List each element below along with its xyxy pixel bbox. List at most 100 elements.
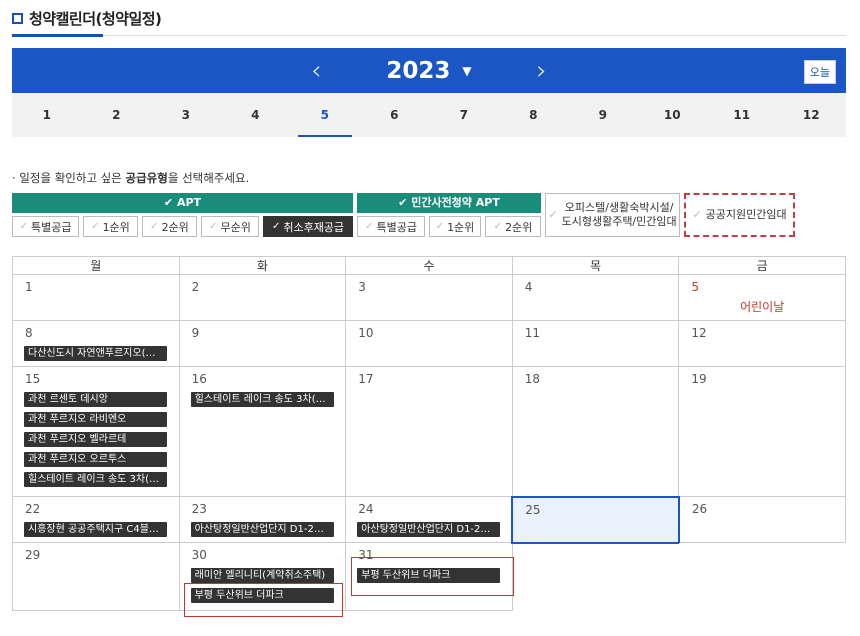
weekday-header: 월화수목금 — [12, 256, 846, 275]
day-number: 12 — [691, 326, 707, 340]
month-tab-2[interactable]: 2 — [82, 93, 152, 137]
calendar-day-cell[interactable]: 22 시흥장현 공공주택지구 C4블록 … — [12, 496, 180, 543]
check-icon: ✓ — [435, 221, 445, 232]
calendar-day-cell[interactable]: 11 — [511, 320, 680, 367]
month-tab-11[interactable]: 11 — [707, 93, 777, 137]
apt-chip[interactable]: ✓ 취소후재공급 — [263, 216, 353, 237]
holiday-label: 어린이날 — [740, 300, 785, 314]
calendar-event[interactable]: 아산탕정일반산업단지 D1-2BL… — [357, 522, 501, 537]
presale-group-label: 민간사전청약 APT — [411, 196, 500, 209]
day-number: 29 — [25, 548, 41, 562]
year-selector[interactable]: 2023 ▼ — [386, 58, 471, 84]
notice-text: · 일정을 확인하고 싶은 공급유형을 선택해주세요. — [12, 170, 249, 186]
month-tab-3[interactable]: 3 — [151, 93, 221, 137]
day-number: 16 — [191, 372, 207, 386]
prev-year-arrow-icon[interactable]: ‹ — [296, 56, 336, 86]
today-button[interactable]: 오늘 — [803, 60, 836, 84]
calendar-day-cell[interactable]: 10 — [345, 320, 513, 367]
apt-chip[interactable]: ✓ 2순위 — [142, 216, 197, 237]
month-tab-9[interactable]: 9 — [568, 93, 638, 137]
month-tab-7[interactable]: 7 — [429, 93, 499, 137]
day-number: 10 — [358, 326, 374, 340]
day-number: 2 — [191, 280, 200, 294]
calendar-empty-cell — [678, 542, 846, 611]
calendar-day-cell[interactable]: 3 — [345, 274, 513, 321]
check-icon: ✓ — [692, 208, 702, 221]
title-underline — [12, 34, 103, 37]
weekday-3: 목 — [511, 256, 680, 275]
year-bar: ‹ 2023 ▼ › 오늘 — [12, 48, 846, 93]
notice-suffix: 을 선택해주세요. — [167, 171, 250, 185]
apt-group-toggle[interactable]: ✔ APT — [12, 193, 353, 213]
calendar-event[interactable]: 시흥장현 공공주택지구 C4블록 … — [24, 522, 167, 537]
apt-chip[interactable]: ✓ 무순위 — [201, 216, 259, 237]
calendar-event[interactable]: 힐스테이트 레이크 송도 3차(계… — [190, 392, 334, 407]
month-tab-10[interactable]: 10 — [638, 93, 708, 137]
calendar-day-cell[interactable]: 16 힐스테이트 레이크 송도 3차(계… — [178, 366, 347, 497]
day-number: 9 — [191, 326, 200, 340]
calendar-day-cell[interactable]: 4 — [511, 274, 680, 321]
month-tab-5[interactable]: 5 — [290, 93, 360, 137]
officetel-filter[interactable]: ✓ 오피스텔/생활숙박시설/도시형생활주택/민간임대 — [545, 193, 680, 237]
month-tab-1[interactable]: 1 — [12, 93, 82, 137]
presale-chip[interactable]: ✓ 특별공급 — [357, 216, 425, 237]
day-number: 19 — [691, 372, 707, 386]
calendar-event[interactable]: 힐스테이트 레이크 송도 3차(계… — [24, 472, 167, 487]
apt-chip-label: 무순위 — [220, 220, 251, 234]
check-icon: ✓ — [271, 221, 281, 232]
presale-chip-label: 특별공급 — [376, 220, 417, 234]
calendar-day-cell[interactable]: 2 — [178, 274, 347, 321]
calendar-event[interactable]: 과천 푸르지오 오르투스 — [24, 452, 167, 467]
calendar-event[interactable]: 과천 르센토 데시앙 — [24, 392, 167, 407]
calendar-event[interactable]: 아산탕정일반산업단지 D1-2BL … — [190, 522, 334, 537]
presale-filter-group: ✔ 민간사전청약 APT ✓ 특별공급 ✓ 1순위 ✓ 2순위 — [357, 193, 541, 237]
title-square-icon — [12, 13, 23, 24]
presale-chip[interactable]: ✓ 2순위 — [485, 216, 541, 237]
calendar-day-cell[interactable]: 19 — [678, 366, 846, 497]
calendar-day-cell[interactable]: 25 — [511, 495, 680, 544]
day-number: 26 — [691, 502, 708, 516]
highlight-box — [351, 557, 514, 596]
calendar-day-cell[interactable]: 9 — [178, 320, 347, 367]
caret-down-icon[interactable]: ▼ — [462, 64, 471, 78]
day-number: 30 — [191, 548, 207, 562]
calendar-week: 15 과천 르센토 데시앙 과천 푸르지오 라비엔오 과천 푸르지오 벨라르테 과천 푸… — [12, 366, 846, 497]
weekday-2: 수 — [345, 256, 513, 275]
next-year-arrow-icon[interactable]: › — [522, 56, 562, 86]
apt-filter-group: ✔ APT ✓ 특별공급 ✓ 1순위 ✓ 2순위 ✓ 무순위 ✓ 취소후재공급 — [12, 193, 353, 237]
officetel-line2: 도시형생활주택/민간임대 — [561, 215, 677, 228]
year-label: 2023 — [386, 57, 451, 84]
officetel-line1: 오피스텔/생활숙박시설/ — [564, 201, 674, 214]
calendar-day-cell[interactable]: 26 — [678, 496, 846, 543]
calendar-week: 22 시흥장현 공공주택지구 C4블록 … 23 아산탕정일반산업단지 D1-2BL … — [12, 495, 846, 544]
calendar-event[interactable]: 래미안 엘리니티(계약취소주택) — [190, 568, 334, 583]
apt-chip[interactable]: ✓ 1순위 — [83, 216, 138, 237]
calendar-day-cell[interactable]: 15 과천 르센토 데시앙 과천 푸르지오 라비엔오 과천 푸르지오 벨라르테 과천 푸… — [12, 366, 180, 497]
calendar-day-cell[interactable]: 23 아산탕정일반산업단지 D1-2BL … — [178, 496, 347, 543]
presale-chip[interactable]: ✓ 1순위 — [429, 216, 481, 237]
calendar-day-cell[interactable]: 17 — [345, 366, 513, 497]
check-icon: ✓ — [150, 221, 159, 232]
month-tab-8[interactable]: 8 — [499, 93, 569, 137]
calendar-day-cell[interactable]: 8 다산신도시 자연앤푸르지오(계… — [12, 320, 180, 367]
day-number: 3 — [358, 280, 366, 294]
check-icon: ✓ — [91, 221, 100, 232]
apt-chip[interactable]: ✓ 특별공급 — [12, 216, 79, 237]
calendar-day-cell[interactable]: 5 어린이날 — [678, 274, 846, 321]
calendar-event[interactable]: 과천 푸르지오 벨라르테 — [24, 432, 167, 447]
apt-group-label: APT — [176, 196, 202, 209]
calendar-event[interactable]: 과천 푸르지오 라비엔오 — [24, 412, 167, 427]
month-tab-4[interactable]: 4 — [221, 93, 291, 137]
calendar-day-cell[interactable]: 29 — [12, 542, 180, 611]
presale-group-toggle[interactable]: ✔ 민간사전청약 APT — [357, 193, 541, 213]
notice-bold: 공급유형 — [125, 171, 168, 185]
calendar-day-cell[interactable]: 18 — [511, 366, 680, 497]
calendar-day-cell[interactable]: 24 아산탕정일반산업단지 D1-2BL… — [345, 496, 513, 543]
calendar-day-cell[interactable]: 12 — [678, 320, 846, 367]
month-tab-6[interactable]: 6 — [360, 93, 430, 137]
public-rental-filter[interactable]: ✓ 공공지원민간임대 — [684, 193, 795, 237]
month-tab-12[interactable]: 12 — [777, 93, 847, 137]
calendar-day-cell[interactable]: 1 — [12, 274, 180, 321]
calendar-event[interactable]: 다산신도시 자연앤푸르지오(계… — [24, 346, 167, 361]
apt-chip-label: 취소후재공급 — [283, 220, 345, 234]
